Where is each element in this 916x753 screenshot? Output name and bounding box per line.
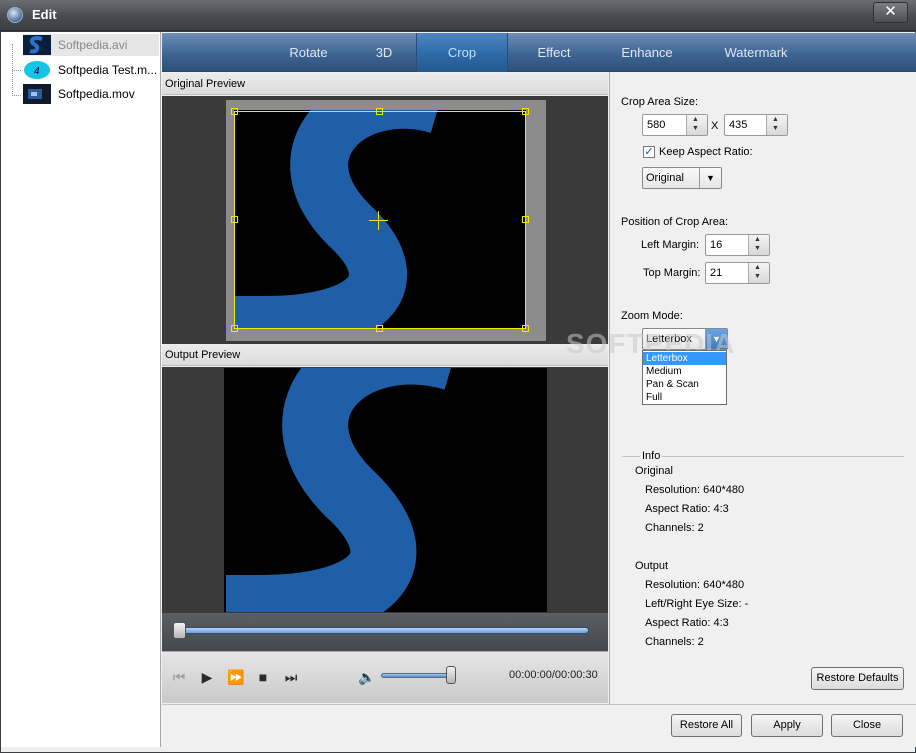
crop-handle-top[interactable] bbox=[376, 108, 383, 115]
crop-handle-top-right[interactable] bbox=[522, 108, 529, 115]
crop-position-label: Position of Crop Area: bbox=[621, 216, 729, 228]
video-thumbnail bbox=[23, 84, 51, 104]
tab-watermark[interactable]: Watermark bbox=[708, 33, 804, 72]
crop-size-label: Crop Area Size: bbox=[621, 96, 699, 108]
tab-3d[interactable]: 3D bbox=[347, 33, 421, 72]
top-margin-label: Top Margin: bbox=[643, 267, 701, 279]
crop-handle-left[interactable] bbox=[231, 216, 238, 223]
info-original-title: Original bbox=[635, 465, 673, 477]
close-button[interactable]: Close bbox=[831, 714, 903, 737]
file-item-softpedia-avi[interactable]: Softpedia.avi bbox=[23, 34, 159, 56]
keep-aspect-checkbox[interactable]: ✓ bbox=[643, 146, 655, 158]
info-output-title: Output bbox=[635, 560, 669, 572]
file-name: Softpedia Test.m... bbox=[58, 63, 158, 77]
zoom-option-full[interactable]: Full bbox=[643, 391, 726, 404]
crop-size-separator: X bbox=[711, 120, 719, 132]
crop-width-value: 580 bbox=[647, 119, 666, 131]
restore-defaults-button[interactable]: Restore Defaults bbox=[811, 667, 904, 690]
crop-height-value: 435 bbox=[729, 119, 748, 131]
apply-button[interactable]: Apply bbox=[751, 714, 823, 737]
output-video-frame bbox=[224, 368, 547, 612]
file-item-softpedia-mov[interactable]: Softpedia.mov bbox=[23, 83, 159, 105]
skip-to-end-icon[interactable]: ⏭ bbox=[283, 669, 299, 685]
top-margin-spinner[interactable]: 21 ▲ ▼ bbox=[705, 262, 770, 284]
app-icon bbox=[7, 7, 23, 23]
tab-crop[interactable]: Crop bbox=[416, 33, 508, 72]
title-bar: Edit ✕ bbox=[0, 0, 916, 31]
output-preview-label: Output Preview bbox=[162, 344, 608, 366]
crop-handle-bottom[interactable] bbox=[376, 325, 383, 332]
crop-height-spinner[interactable]: 435 ▲ ▼ bbox=[724, 114, 788, 136]
keep-aspect-label: Keep Aspect Ratio: bbox=[659, 146, 753, 158]
info-output-eye-size: Left/Right Eye Size: - bbox=[645, 598, 749, 610]
fast-forward-icon[interactable]: ⏩ bbox=[227, 669, 244, 685]
info-output-aspect: Aspect Ratio: 4:3 bbox=[645, 617, 729, 629]
zoom-mode-label: Zoom Mode: bbox=[621, 310, 683, 322]
left-margin-spinner[interactable]: 16 ▲ ▼ bbox=[705, 234, 770, 256]
file-name: Softpedia.mov bbox=[58, 87, 135, 101]
zoom-option-letterbox[interactable]: Letterbox bbox=[643, 352, 726, 365]
info-title: Info bbox=[640, 450, 663, 462]
info-output-channels: Channels: 2 bbox=[645, 636, 704, 648]
edit-tab-bar: Rotate 3D Crop Effect Enhance Watermark bbox=[162, 33, 916, 72]
stop-icon[interactable]: ■ bbox=[255, 669, 271, 685]
play-icon[interactable]: ▶ bbox=[199, 669, 215, 685]
video-logo-graphic bbox=[226, 368, 452, 612]
volume-slider-track[interactable] bbox=[381, 673, 453, 678]
crop-handle-top-left[interactable] bbox=[231, 108, 238, 115]
seek-slider-track[interactable] bbox=[180, 627, 589, 634]
file-name: Softpedia.avi bbox=[58, 38, 128, 52]
crop-width-spinner[interactable]: 580 ▲ ▼ bbox=[642, 114, 708, 136]
tab-rotate[interactable]: Rotate bbox=[270, 33, 347, 72]
svg-text:4: 4 bbox=[34, 66, 40, 77]
volume-icon[interactable]: 🔈 bbox=[358, 669, 375, 685]
zoom-option-medium[interactable]: Medium bbox=[643, 365, 726, 378]
left-margin-label: Left Margin: bbox=[641, 239, 700, 251]
top-margin-value: 21 bbox=[710, 267, 723, 279]
file-list: Softpedia.avi 4 Softpedia Test.m... Soft… bbox=[1, 32, 161, 747]
window-title: Edit bbox=[32, 7, 57, 22]
video-thumbnail: 4 bbox=[24, 61, 50, 79]
restore-all-button[interactable]: Restore All bbox=[671, 714, 742, 737]
tree-connector bbox=[12, 70, 21, 71]
tree-connector bbox=[12, 95, 21, 96]
info-original-resolution: Resolution: 640*480 bbox=[645, 484, 745, 496]
window-close-button[interactable]: ✕ bbox=[873, 2, 908, 23]
playback-time: 00:00:00/00:00:30 bbox=[509, 669, 598, 681]
crop-handle-bottom-left[interactable] bbox=[231, 325, 238, 332]
left-margin-value: 16 bbox=[710, 239, 723, 251]
tab-effect[interactable]: Effect bbox=[508, 33, 600, 72]
info-group-divider bbox=[622, 456, 904, 457]
video-thumbnail bbox=[23, 35, 51, 55]
aspect-ratio-dropdown[interactable]: Original ▼ bbox=[642, 167, 722, 189]
tab-enhance[interactable]: Enhance bbox=[600, 33, 694, 72]
info-original-channels: Channels: 2 bbox=[645, 522, 704, 534]
crop-handle-right[interactable] bbox=[522, 216, 529, 223]
original-preview-label: Original Preview bbox=[162, 73, 608, 95]
zoom-option-pan-scan[interactable]: Pan & Scan bbox=[643, 378, 726, 391]
crop-center-crosshair bbox=[378, 211, 379, 230]
volume-slider-handle[interactable] bbox=[446, 666, 456, 684]
seek-slider-handle[interactable] bbox=[173, 622, 186, 639]
chevron-down-icon: ▼ bbox=[699, 168, 721, 188]
aspect-ratio-value: Original bbox=[646, 172, 684, 184]
zoom-mode-options: Letterbox Medium Pan & Scan Full bbox=[642, 350, 727, 405]
skip-to-start-icon[interactable]: ⏮ bbox=[171, 669, 187, 685]
file-item-softpedia-test[interactable]: 4 Softpedia Test.m... bbox=[23, 59, 159, 81]
crop-handle-bottom-right[interactable] bbox=[522, 325, 529, 332]
info-output-resolution: Resolution: 640*480 bbox=[645, 579, 745, 591]
info-original-aspect: Aspect Ratio: 4:3 bbox=[645, 503, 729, 515]
